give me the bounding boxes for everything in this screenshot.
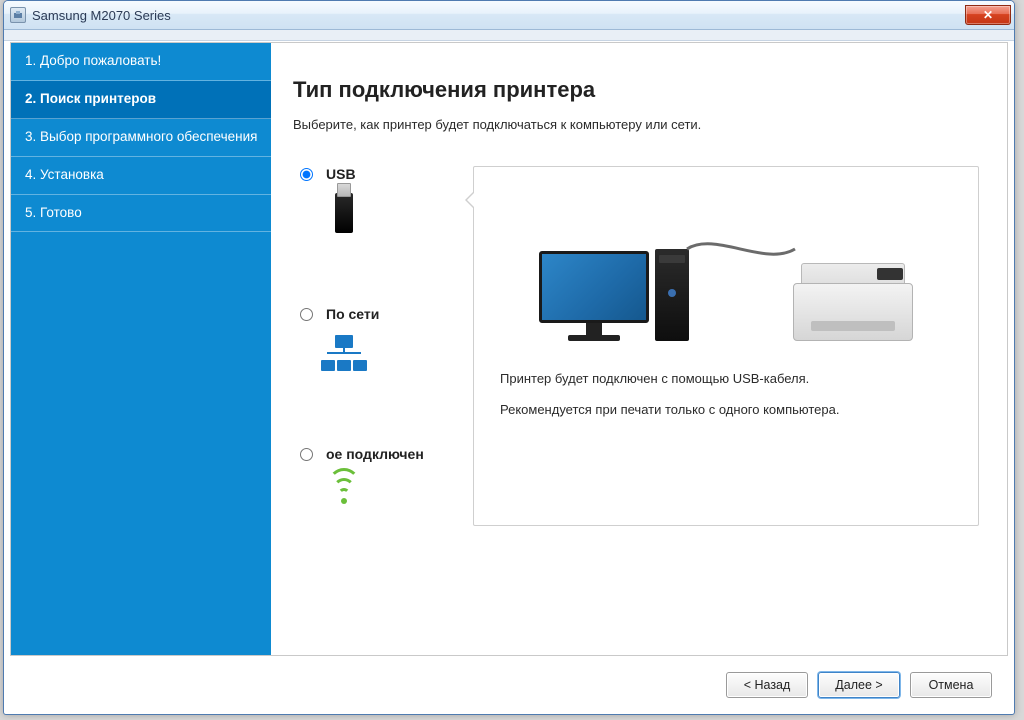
cancel-button[interactable]: Отмена [910,672,992,698]
close-icon: ✕ [983,8,993,22]
step-select-software[interactable]: 3. Выбор программного обеспечения [11,119,271,157]
option-usb[interactable]: USB [295,166,461,236]
option-wireless[interactable]: ое подключен [295,446,461,516]
wifi-icon [321,470,367,516]
window-title: Samsung M2070 Series [32,8,171,23]
installer-window: Samsung M2070 Series ✕ 1. Добро пожалова… [3,0,1015,715]
content-area: 1. Добро пожаловать! 2. Поиск принтеров … [10,42,1008,656]
close-button[interactable]: ✕ [965,5,1011,25]
page-heading: Тип подключения принтера [293,77,979,103]
app-icon [10,7,26,23]
page-subtitle: Выберите, как принтер будет подключаться… [293,117,979,132]
step-search-printers[interactable]: 2. Поиск принтеров [11,81,271,119]
option-usb-label: USB [326,166,356,182]
printer-icon [793,263,913,341]
back-button[interactable]: < Назад [726,672,808,698]
main-panel: Тип подключения принтера Выберите, как п… [271,43,1007,655]
radio-network[interactable] [300,308,313,321]
tower-icon [655,249,689,341]
step-done[interactable]: 5. Готово [11,195,271,233]
usb-icon [321,190,367,236]
connection-area: USB По сети [293,166,979,526]
monitor-icon [539,251,649,341]
chrome-strip [4,30,1014,41]
titlebar[interactable]: Samsung M2070 Series ✕ [4,1,1014,30]
connection-preview: Принтер будет подключен с помощью USB-ка… [473,166,979,526]
connection-options: USB По сети [293,166,461,526]
step-install[interactable]: 4. Установка [11,157,271,195]
cable-icon [685,229,797,269]
option-network-label: По сети [326,306,379,322]
option-wireless-label: ое подключен [326,446,424,462]
next-button[interactable]: Далее > [818,672,900,698]
radio-wireless[interactable] [300,448,313,461]
network-icon [321,330,367,376]
preview-line-1: Принтер будет подключен с помощью USB-ка… [500,371,958,386]
connection-illustration [494,191,958,341]
option-network[interactable]: По сети [295,306,461,376]
preview-line-2: Рекомендуется при печати только с одного… [500,402,958,417]
step-welcome[interactable]: 1. Добро пожаловать! [11,43,271,81]
wizard-steps-sidebar: 1. Добро пожаловать! 2. Поиск принтеров … [11,43,271,655]
radio-usb[interactable] [300,168,313,181]
wizard-footer: < Назад Далее > Отмена [10,662,1008,708]
